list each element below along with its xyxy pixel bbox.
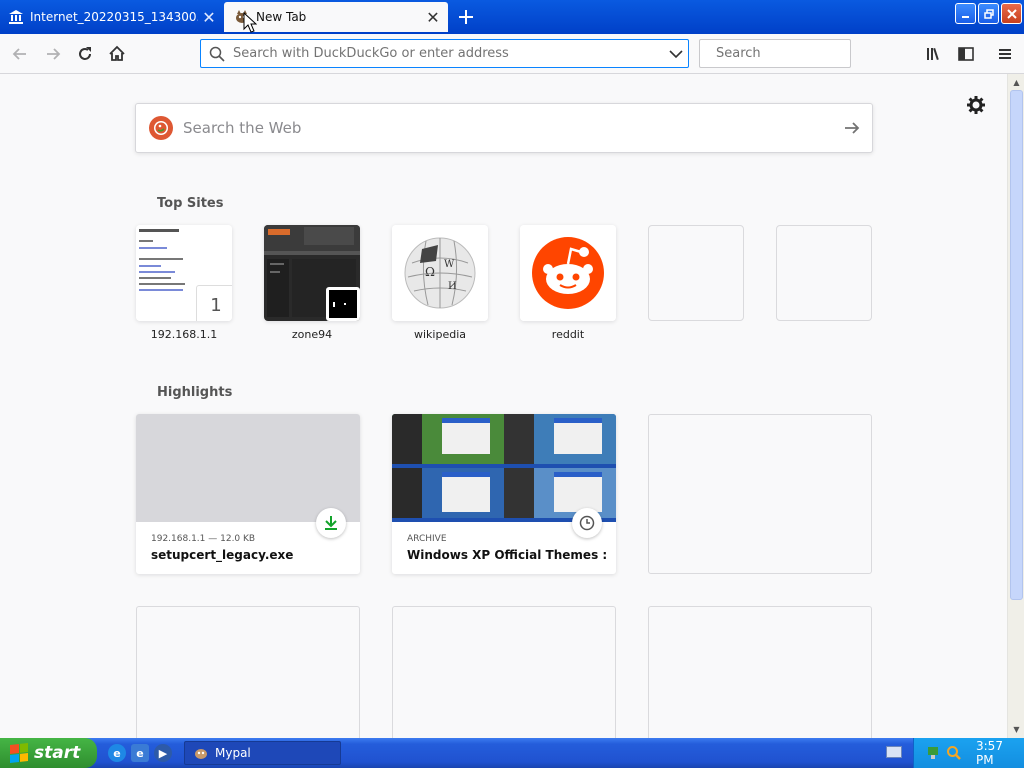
highlight-title: Windows XP Official Themes : M... xyxy=(407,548,607,562)
top-site-label: reddit xyxy=(551,328,585,341)
sidebar-icon xyxy=(958,47,974,61)
taskbar: start e e ▶ Mypal 3:57 PM xyxy=(0,738,1024,768)
top-site-label: wikipedia xyxy=(413,328,466,341)
clock: 3:57 PM xyxy=(976,739,1003,767)
back-button[interactable] xyxy=(6,40,34,68)
reload-button[interactable] xyxy=(71,40,99,68)
tab-label: Internet_20220315_134300.jpeg xyxy=(30,10,198,24)
tab-new-tab[interactable]: New Tab ✕ xyxy=(224,2,448,32)
svg-text:W: W xyxy=(444,259,455,270)
window-controls xyxy=(955,3,1022,24)
web-search-input[interactable] xyxy=(183,119,832,137)
keyboard-layout-icon[interactable] xyxy=(886,746,902,758)
clock-icon xyxy=(572,508,602,538)
forward-arrow-icon xyxy=(47,48,61,60)
highlight-thumbnail xyxy=(136,414,360,522)
download-icon xyxy=(316,508,346,538)
museum-icon xyxy=(8,9,24,25)
tab-internet-image[interactable]: Internet_20220315_134300.jpeg ✕ xyxy=(0,2,224,32)
taskbar-window-mypal[interactable]: Mypal xyxy=(184,741,341,765)
outlook-express-icon[interactable]: e xyxy=(131,744,149,762)
reddit-icon xyxy=(520,225,616,321)
top-site-tile[interactable]: zone94 xyxy=(264,225,360,341)
empty-top-site-slot[interactable] xyxy=(648,225,744,321)
chevron-down-icon[interactable] xyxy=(664,42,688,66)
tab-label: New Tab xyxy=(256,10,307,24)
settings-gear-icon[interactable] xyxy=(965,94,987,116)
scroll-down-icon[interactable]: ▼ xyxy=(1009,722,1024,737)
internet-explorer-icon[interactable]: e xyxy=(108,744,126,762)
highlight-title: setupcert_legacy.exe xyxy=(151,548,294,562)
network-icon[interactable] xyxy=(926,745,942,761)
search-icon xyxy=(209,46,225,62)
new-tab-button[interactable] xyxy=(452,4,480,30)
duckduckgo-icon xyxy=(149,116,173,140)
media-player-icon[interactable]: ▶ xyxy=(154,744,172,762)
address-input[interactable] xyxy=(233,46,664,61)
top-site-thumbnail: 1 xyxy=(136,225,232,321)
close-window-button[interactable] xyxy=(1001,3,1022,24)
scrollbar-thumb[interactable] xyxy=(1010,90,1023,600)
scroll-up-icon[interactable]: ▲ xyxy=(1009,75,1024,90)
top-site-thumbnail: Ω W И xyxy=(392,225,488,321)
hamburger-menu-icon xyxy=(999,49,1011,59)
sidebar-button[interactable] xyxy=(952,40,980,68)
top-site-tile[interactable]: 1 192.168.1.1 xyxy=(136,225,232,341)
search-go-arrow-icon[interactable] xyxy=(832,108,872,148)
highlight-card[interactable]: 192.168.1.1 — 12.0 KB setupcert_legacy.e… xyxy=(136,414,360,574)
home-icon xyxy=(109,45,125,61)
start-label: start xyxy=(34,743,81,763)
site-favicon xyxy=(326,287,360,321)
reload-icon xyxy=(79,47,91,60)
top-site-tile[interactable]: Ω W И wikipedia xyxy=(392,225,488,341)
top-site-tile[interactable]: reddit xyxy=(520,225,616,341)
menu-button[interactable] xyxy=(991,40,1019,68)
highlights-heading: Highlights xyxy=(157,385,233,400)
home-button[interactable] xyxy=(103,40,131,68)
windows-flag-icon xyxy=(10,743,28,763)
site-number-badge: 1 xyxy=(196,285,232,321)
system-tray: 3:57 PM xyxy=(913,738,1024,768)
svg-text:Ω: Ω xyxy=(425,265,435,279)
highlight-thumbnail xyxy=(392,414,616,522)
close-tab-icon[interactable]: ✕ xyxy=(422,6,444,28)
search-tray-icon[interactable] xyxy=(946,745,962,761)
highlight-card[interactable]: ARCHIVE Windows XP Official Themes : M..… xyxy=(392,414,616,574)
web-search-box[interactable] xyxy=(135,103,873,153)
top-site-label: 192.168.1.1 xyxy=(150,328,218,341)
vertical-scrollbar[interactable]: ▲ ▼ xyxy=(1007,74,1024,738)
search-bar[interactable] xyxy=(699,39,886,68)
empty-top-site-slot[interactable] xyxy=(776,225,872,321)
title-bar: Internet_20220315_134300.jpeg ✕ New Tab … xyxy=(0,0,1024,34)
close-tab-icon[interactable]: ✕ xyxy=(198,6,220,28)
library-icon xyxy=(927,47,939,61)
mouse-cursor-icon xyxy=(243,12,257,33)
highlight-context: 192.168.1.1 — 12.0 KB xyxy=(151,534,256,544)
top-sites-heading: Top Sites xyxy=(157,196,224,211)
highlight-context: ARCHIVE xyxy=(407,534,447,544)
start-button[interactable]: start xyxy=(0,738,97,768)
close-icon xyxy=(1006,8,1017,19)
mypal-icon xyxy=(195,749,207,759)
navigation-toolbar xyxy=(0,34,1024,74)
restore-icon xyxy=(983,8,994,19)
restore-button[interactable] xyxy=(978,3,999,24)
forward-button[interactable] xyxy=(39,40,67,68)
back-arrow-icon xyxy=(12,48,26,60)
top-site-label: zone94 xyxy=(291,328,333,341)
top-site-thumbnail xyxy=(264,225,360,321)
taskbar-window-label: Mypal xyxy=(215,746,251,760)
address-bar[interactable] xyxy=(200,39,689,68)
wikipedia-globe-icon: Ω W И xyxy=(392,225,488,321)
plus-icon xyxy=(459,10,473,24)
minimize-button[interactable] xyxy=(955,3,976,24)
empty-highlight-slot xyxy=(648,414,872,574)
search-input[interactable] xyxy=(716,46,886,61)
svg-text:И: И xyxy=(448,281,457,292)
minimize-icon xyxy=(961,15,969,18)
top-site-thumbnail xyxy=(520,225,616,321)
library-button[interactable] xyxy=(920,40,948,68)
